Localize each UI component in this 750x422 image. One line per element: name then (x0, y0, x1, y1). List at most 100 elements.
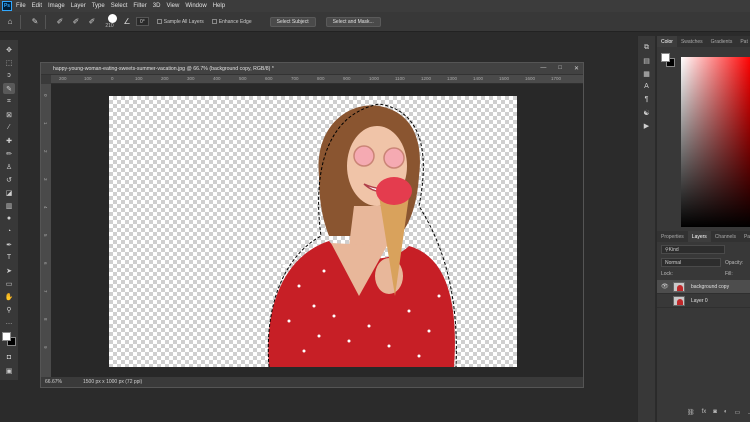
zoom-level[interactable]: 66.67% (45, 379, 69, 385)
path-selection-icon[interactable]: ➤ (3, 265, 15, 276)
blur-tool-icon[interactable]: ● (3, 213, 15, 224)
menu-image[interactable]: Image (48, 3, 65, 9)
tab-properties[interactable]: Properties (657, 231, 688, 242)
gradient-tool-icon[interactable]: ▥ (3, 200, 15, 211)
color-picker-field[interactable] (681, 57, 750, 227)
document-tab[interactable]: happy-young-woman-eating-sweets-summer-v… (41, 63, 583, 75)
frame-tool-icon[interactable]: ⊠ (3, 109, 15, 120)
add-to-selection-icon[interactable]: ✐ (70, 16, 82, 28)
menu-3d[interactable]: 3D (153, 3, 161, 9)
rectangle-tool-icon[interactable]: ▭ (3, 278, 15, 289)
eraser-tool-icon[interactable]: ◪ (3, 187, 15, 198)
panel-color-swatches[interactable] (661, 53, 675, 67)
brush-size-picker[interactable]: 210 (102, 14, 117, 29)
ruler-tick-label: 1 (43, 122, 48, 125)
subtract-from-selection-icon[interactable]: ✐ (86, 16, 98, 28)
layer-row[interactable]: Layer 0 (657, 294, 750, 308)
lock-label: Lock: (661, 271, 673, 277)
actions-panel-icon[interactable]: ▶ (641, 120, 653, 131)
menu-layer[interactable]: Layer (71, 3, 86, 9)
maximize-icon[interactable]: □ (558, 65, 562, 72)
ruler-tick-label: 4 (43, 206, 48, 209)
ruler-tick-label: 300 (187, 76, 195, 81)
tab-patterns[interactable]: Pat (736, 36, 750, 47)
tab-color[interactable]: Color (657, 36, 677, 47)
menu-view[interactable]: View (166, 3, 179, 9)
properties-panel-icon[interactable]: ▤ (641, 55, 653, 66)
dodge-tool-icon[interactable]: ◔ (3, 226, 15, 237)
foreground-color-swatch[interactable] (2, 332, 11, 341)
kind-filter-select[interactable]: ⚲ Kind (661, 245, 725, 254)
canvas-area[interactable] (51, 84, 583, 377)
panel-foreground-swatch[interactable] (661, 53, 670, 62)
tool-preset-icon[interactable]: ✎ (29, 16, 41, 28)
minimize-icon[interactable]: — (540, 65, 546, 72)
enhance-edge-label: Enhance Edge (218, 18, 252, 25)
fx-icon[interactable]: fx (702, 409, 707, 418)
history-brush-icon[interactable]: ↺ (3, 174, 15, 185)
ruler-tick-label: 0 (111, 76, 114, 81)
quick-selection-tool-icon[interactable]: ✎ (3, 83, 15, 94)
libraries-panel-icon[interactable]: ▦ (641, 68, 653, 79)
move-tool-icon[interactable]: ✥ (3, 44, 15, 55)
status-bar: 66.67% 1500 px x 1000 px (72 ppi) (41, 377, 583, 387)
clone-stamp-icon[interactable]: ♙ (3, 161, 15, 172)
ruler-tick-label: 100 (135, 76, 143, 81)
character-panel-icon[interactable]: A (641, 81, 653, 92)
zoom-tool-icon[interactable]: ⚲ (3, 304, 15, 315)
select-and-mask-button[interactable]: Select and Mask... (325, 16, 381, 27)
layer-row[interactable]: 👁 background copy (657, 280, 750, 294)
horizontal-ruler[interactable]: 200 100 0 100 200 300 400 500 600 700 80… (51, 75, 583, 84)
more-tools-icon[interactable]: … (3, 317, 15, 328)
marquee-tool-icon[interactable]: ⬚ (3, 57, 15, 68)
image-canvas[interactable] (109, 96, 517, 367)
menu-file[interactable]: File (16, 3, 26, 9)
add-mask-icon[interactable]: ◙ (713, 409, 717, 418)
brush-size-value: 210 (105, 23, 114, 29)
layer-controls: ⚲ Kind Normal Opacity: Lock: Fill: (657, 242, 750, 280)
menu-help[interactable]: Help (213, 3, 225, 9)
new-selection-icon[interactable]: ✐ (54, 16, 66, 28)
lasso-tool-icon[interactable]: ↄ (3, 70, 15, 81)
adjustments-panel-icon[interactable]: ☯ (641, 107, 653, 118)
adjustment-layer-icon[interactable]: ◐ (724, 409, 728, 418)
pen-tool-icon[interactable]: ✒ (3, 239, 15, 250)
ruler-tick-label: 5 (43, 234, 48, 237)
eye-icon[interactable]: 👁 (661, 283, 669, 290)
tab-layers[interactable]: Layers (687, 231, 711, 242)
brush-tool-icon[interactable]: ✏ (3, 148, 15, 159)
menu-filter[interactable]: Filter (133, 3, 146, 9)
color-swatches[interactable] (2, 332, 16, 346)
document-dimensions[interactable]: 1500 px x 1000 px (72 ppi) (83, 379, 142, 385)
quick-mask-icon[interactable]: ◘ (3, 352, 15, 363)
enhance-edge-checkbox[interactable] (211, 19, 217, 24)
history-panel-icon[interactable]: ⧉ (641, 42, 653, 53)
type-tool-icon[interactable]: T (3, 252, 15, 263)
eyedropper-tool-icon[interactable]: ⁄ (3, 122, 15, 133)
select-subject-button[interactable]: Select Subject (269, 16, 316, 27)
screen-mode-icon[interactable]: ▣ (3, 365, 15, 376)
home-icon[interactable]: ⌂ (4, 16, 16, 28)
close-icon[interactable]: ✕ (574, 65, 579, 72)
menu-edit[interactable]: Edit (32, 3, 42, 9)
tab-channels[interactable]: Channels (711, 231, 740, 242)
hand-tool-icon[interactable]: ✋ (3, 291, 15, 302)
sample-all-layers-checkbox[interactable] (156, 19, 162, 24)
paragraph-panel-icon[interactable]: ¶ (641, 94, 653, 105)
angle-field[interactable]: 0° (136, 17, 149, 26)
menu-window[interactable]: Window (185, 3, 206, 9)
tab-paths[interactable]: Pa (740, 231, 750, 242)
blend-mode-select[interactable]: Normal (661, 258, 721, 267)
tab-gradients[interactable]: Gradients (707, 36, 737, 47)
menu-select[interactable]: Select (111, 3, 128, 9)
healing-brush-icon[interactable]: ✚ (3, 135, 15, 146)
ruler-tick-label: 100 (84, 76, 92, 81)
new-group-icon[interactable]: ▭ (735, 409, 741, 418)
link-layers-icon[interactable]: ⛓ (687, 409, 695, 418)
crop-tool-icon[interactable]: ⌗ (3, 96, 15, 107)
tab-swatches[interactable]: Swatches (677, 36, 707, 47)
options-bar: ⌂ ✎ ✐ ✐ ✐ 210 ∠ 0° Sample All Layers Enh… (0, 12, 750, 32)
menu-type[interactable]: Type (92, 3, 105, 9)
vertical-ruler[interactable]: 0 1 2 3 4 5 6 7 8 9 (41, 84, 51, 377)
photoshop-logo-icon[interactable]: Ps (2, 1, 12, 11)
